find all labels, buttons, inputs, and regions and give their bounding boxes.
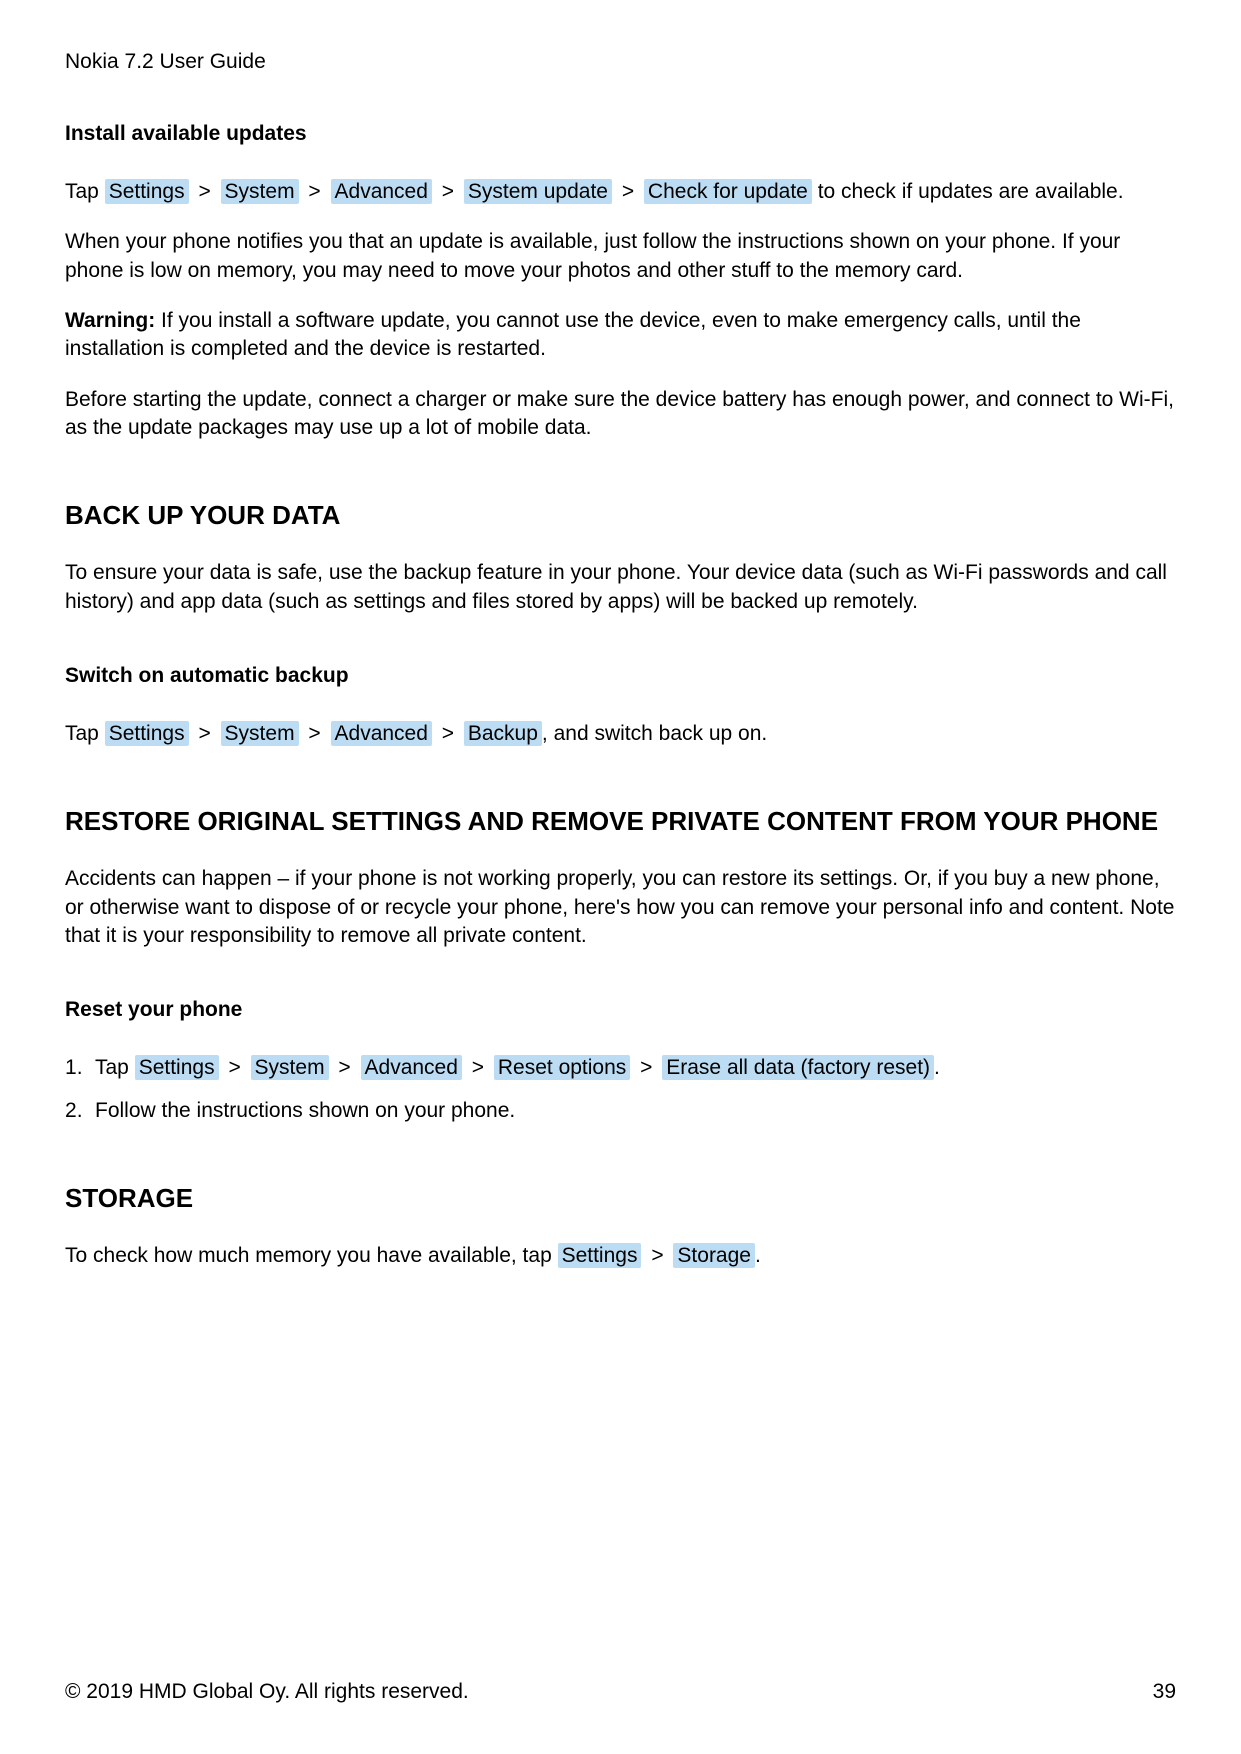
path-settings: Settings [558, 1243, 642, 1268]
tap-suffix: to check if updates are available. [812, 180, 1124, 203]
path-separator: > [338, 1056, 350, 1079]
path-separator: > [622, 180, 634, 203]
step1-prefix: Tap [95, 1056, 135, 1079]
backup-heading: BACK UP YOUR DATA [65, 500, 1176, 531]
install-updates-para2: When your phone notifies you that an upd… [65, 228, 1176, 285]
storage-heading: STORAGE [65, 1183, 1176, 1214]
path-separator: > [308, 180, 320, 203]
path-separator: > [442, 722, 454, 745]
path-advanced: Advanced [361, 1055, 462, 1080]
copyright-text: © 2019 HMD Global Oy. All rights reserve… [65, 1680, 469, 1704]
tap-prefix: Tap [65, 722, 105, 745]
install-updates-heading: Install available updates [65, 122, 1176, 146]
restore-sub-heading: Reset your phone [65, 998, 1176, 1022]
backup-para1: To ensure your data is safe, use the bac… [65, 559, 1176, 616]
path-system-update: System update [464, 179, 612, 204]
path-reset-options: Reset options [494, 1055, 630, 1080]
path-system: System [221, 721, 299, 746]
path-settings: Settings [105, 179, 189, 204]
storage-prefix: To check how much memory you have availa… [65, 1244, 558, 1267]
warning-text: If you install a software update, you ca… [65, 309, 1081, 360]
backup-path-para: Tap Settings > System > Advanced > Backu… [65, 720, 1176, 748]
path-advanced: Advanced [331, 179, 432, 204]
storage-para: To check how much memory you have availa… [65, 1242, 1176, 1270]
path-backup: Backup [464, 721, 542, 746]
path-separator: > [228, 1056, 240, 1079]
warning-label: Warning: [65, 309, 155, 332]
document-header: Nokia 7.2 User Guide [65, 50, 1176, 74]
storage-suffix: . [755, 1244, 761, 1267]
install-updates-path-para: Tap Settings > System > Advanced > Syste… [65, 178, 1176, 206]
path-erase-all: Erase all data (factory reset) [662, 1055, 934, 1080]
reset-step-2: Follow the instructions shown on your ph… [65, 1097, 1176, 1125]
install-updates-para4: Before starting the update, connect a ch… [65, 386, 1176, 443]
tap-suffix: , and switch back up on. [542, 722, 767, 745]
backup-sub-heading: Switch on automatic backup [65, 664, 1176, 688]
path-check-update: Check for update [644, 179, 812, 204]
path-system: System [221, 179, 299, 204]
page-container: Nokia 7.2 User Guide Install available u… [0, 0, 1241, 1754]
step1-suffix: . [934, 1056, 940, 1079]
path-advanced: Advanced [331, 721, 432, 746]
path-settings: Settings [105, 721, 189, 746]
install-updates-warning: Warning: If you install a software updat… [65, 307, 1176, 364]
path-separator: > [308, 722, 320, 745]
path-separator: > [442, 180, 454, 203]
page-footer: © 2019 HMD Global Oy. All rights reserve… [65, 1680, 1176, 1704]
path-separator: > [198, 722, 210, 745]
path-separator: > [651, 1244, 663, 1267]
restore-para1: Accidents can happen – if your phone is … [65, 865, 1176, 950]
reset-steps-list: Tap Settings > System > Advanced > Reset… [65, 1054, 1176, 1125]
path-settings: Settings [135, 1055, 219, 1080]
path-separator: > [198, 180, 210, 203]
path-separator: > [640, 1056, 652, 1079]
tap-prefix: Tap [65, 180, 105, 203]
page-number: 39 [1153, 1680, 1176, 1704]
path-separator: > [472, 1056, 484, 1079]
restore-heading: RESTORE ORIGINAL SETTINGS AND REMOVE PRI… [65, 806, 1176, 837]
path-storage: Storage [673, 1243, 755, 1268]
path-system: System [251, 1055, 329, 1080]
reset-step-1: Tap Settings > System > Advanced > Reset… [65, 1054, 1176, 1082]
